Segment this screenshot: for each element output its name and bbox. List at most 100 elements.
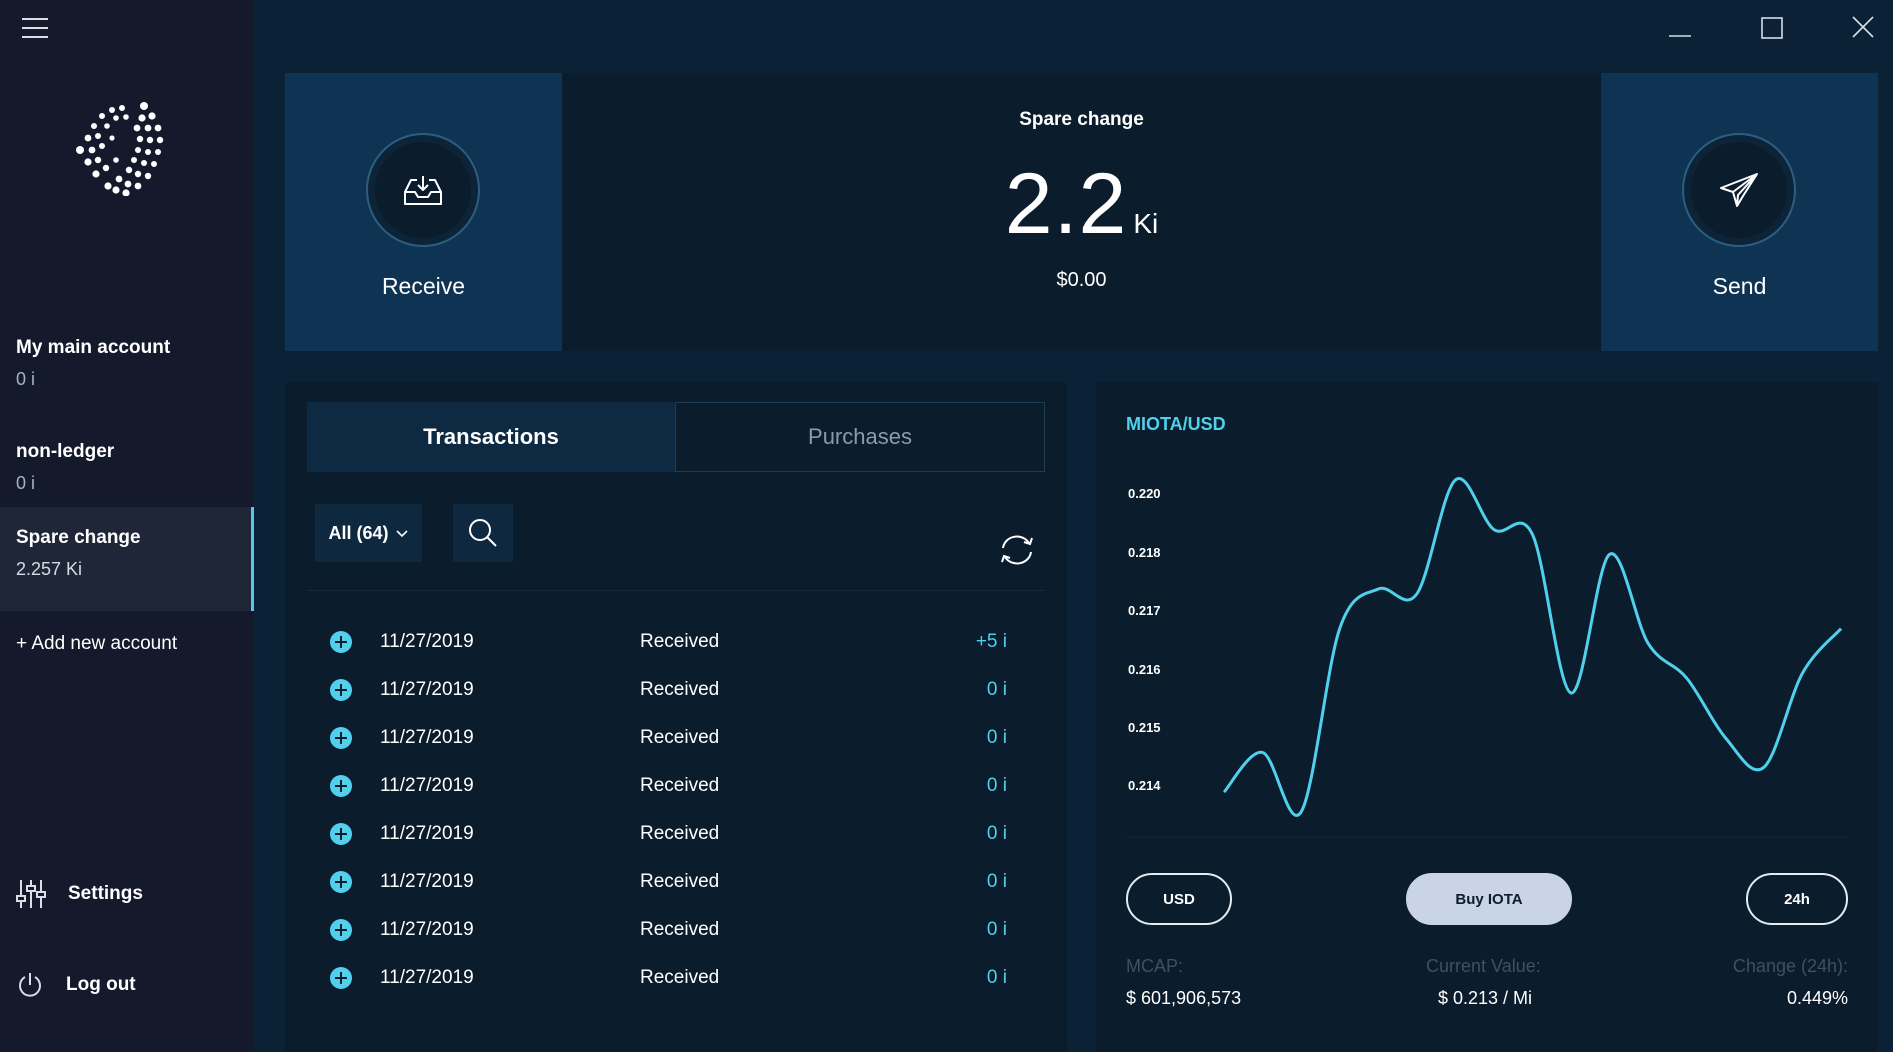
account-balance: 0 i	[16, 369, 36, 389]
mcap-value: $ 601,906,573	[1126, 988, 1242, 1008]
account-balance: 0 i	[16, 473, 36, 493]
close-button[interactable]	[1838, 10, 1888, 46]
transaction-row[interactable]: 11/27/2019 Received 0 i	[285, 666, 1067, 714]
maximize-button[interactable]	[1747, 10, 1797, 46]
transaction-list: 11/27/2019 Received +5 i 11/27/2019 Rece…	[285, 618, 1067, 1002]
y-tick-label: 0.220	[1128, 486, 1161, 501]
receive-label: Receive	[381, 273, 466, 299]
send-button[interactable]: Send	[1601, 73, 1878, 351]
balance-fiat-value: $0.00	[1056, 269, 1107, 291]
account-title: Spare change	[1019, 109, 1144, 130]
receive-circle	[366, 133, 480, 247]
transaction-amount: 0 i	[986, 871, 1007, 892]
balance-display: Spare change 2.2 Ki $0.00	[562, 73, 1601, 351]
balance-value: 2.2	[1004, 156, 1128, 252]
add-account-link[interactable]: + Add new account	[16, 633, 177, 655]
transaction-row[interactable]: 11/27/2019 Received 0 i	[285, 954, 1067, 1002]
transaction-date: 11/27/2019	[380, 727, 474, 748]
search-icon	[469, 519, 497, 547]
iota-logo	[76, 102, 164, 196]
minimize-button[interactable]	[1655, 10, 1705, 46]
transaction-amount: +5 i	[975, 631, 1007, 652]
filter-dropdown[interactable]: All (64)	[315, 504, 422, 562]
timeframe-button[interactable]: 24h	[1746, 873, 1848, 925]
transaction-amount: 0 i	[986, 967, 1007, 988]
current-value: $ 0.213 / Mi	[1438, 988, 1533, 1008]
plus-circle-icon	[330, 871, 352, 893]
buy-iota-button[interactable]: Buy IOTA	[1406, 873, 1572, 925]
transaction-row[interactable]: 11/27/2019 Received 0 i	[285, 714, 1067, 762]
transaction-type: Received	[640, 631, 720, 652]
account-item-spare-change[interactable]: Spare change 2.257 Ki	[0, 507, 254, 611]
transaction-type: Received	[640, 679, 720, 700]
y-tick-label: 0.218	[1128, 545, 1161, 560]
price-chart: 0.220 0.218 0.217 0.216 0.215 0.214	[1126, 477, 1848, 838]
send-label: Send	[1712, 273, 1767, 299]
transaction-type: Received	[640, 871, 720, 892]
transaction-date: 11/27/2019	[380, 679, 474, 700]
menu-icon[interactable]	[22, 18, 48, 38]
transaction-row[interactable]: 11/27/2019 Received 0 i	[285, 762, 1067, 810]
maximize-icon	[1761, 17, 1783, 39]
tab-purchases[interactable]: Purchases	[675, 402, 1045, 472]
divider	[307, 590, 1045, 591]
chevron-down-icon	[395, 530, 408, 538]
transaction-row[interactable]: 11/27/2019 Received 0 i	[285, 858, 1067, 906]
transaction-amount: 0 i	[986, 679, 1007, 700]
plus-circle-icon	[330, 823, 352, 845]
plus-circle-icon	[330, 679, 352, 701]
inbox-download-icon	[404, 176, 442, 205]
account-balance: 2.257 Ki	[16, 559, 83, 579]
settings-label: Settings	[68, 883, 143, 904]
account-name: My main account	[16, 337, 171, 358]
transaction-date: 11/27/2019	[380, 775, 474, 796]
account-item-my-main-account[interactable]: My main account 0 i	[0, 317, 254, 421]
balance-amount: 2.2 Ki	[562, 155, 1601, 254]
transaction-amount: 0 i	[986, 919, 1007, 940]
plus-circle-icon	[330, 727, 352, 749]
filter-label: All (64)	[328, 522, 389, 543]
send-circle	[1682, 133, 1796, 247]
sidebar: My main account 0 i non-ledger 0 i Spare…	[0, 0, 254, 1052]
y-tick-label: 0.216	[1128, 662, 1161, 677]
balance-card: Receive Spare change 2.2 Ki $0.00 Send	[285, 73, 1878, 351]
transaction-row[interactable]: 11/27/2019 Received 0 i	[285, 810, 1067, 858]
mcap-label: MCAP:	[1126, 956, 1184, 976]
y-tick-label: 0.217	[1128, 603, 1161, 618]
transaction-row[interactable]: 11/27/2019 Received +5 i	[285, 618, 1067, 666]
transaction-amount: 0 i	[986, 823, 1007, 844]
account-name: non-ledger	[16, 441, 115, 462]
y-tick-label: 0.215	[1128, 720, 1161, 735]
plus-circle-icon	[330, 919, 352, 941]
transaction-date: 11/27/2019	[380, 631, 474, 652]
logout-link[interactable]: Log out	[16, 967, 136, 1003]
refresh-icon	[1001, 535, 1033, 565]
transaction-row[interactable]: 11/27/2019 Received 0 i	[285, 906, 1067, 954]
plus-circle-icon	[330, 967, 352, 989]
tab-bar: Transactions Purchases	[307, 402, 1045, 472]
price-series-line	[1222, 477, 1843, 817]
refresh-button[interactable]	[995, 528, 1039, 572]
settings-link[interactable]: Settings	[16, 876, 143, 912]
tab-transactions[interactable]: Transactions	[307, 402, 675, 472]
plus-circle-icon	[330, 775, 352, 797]
receive-button[interactable]: Receive	[285, 73, 562, 351]
logout-label: Log out	[66, 974, 136, 995]
transaction-type: Received	[640, 967, 720, 988]
search-button[interactable]	[453, 504, 513, 562]
plus-circle-icon	[330, 631, 352, 653]
currency-button[interactable]: USD	[1126, 873, 1232, 925]
transaction-amount: 0 i	[986, 727, 1007, 748]
balance-unit: Ki	[1133, 208, 1159, 239]
transaction-type: Received	[640, 919, 720, 940]
change-value: 0.449%	[1786, 988, 1848, 1008]
transaction-date: 11/27/2019	[380, 967, 474, 988]
minimize-icon	[1669, 35, 1691, 37]
transaction-date: 11/27/2019	[380, 871, 474, 892]
account-name: Spare change	[16, 527, 141, 548]
y-tick-label: 0.214	[1128, 778, 1161, 793]
market-chart-card: MIOTA/USD 0.220 0.218 0.217 0.216 0.215 0.214…	[1096, 382, 1878, 1052]
transaction-type: Received	[640, 727, 720, 748]
settings-sliders-icon	[16, 880, 46, 908]
transaction-amount: 0 i	[986, 775, 1007, 796]
